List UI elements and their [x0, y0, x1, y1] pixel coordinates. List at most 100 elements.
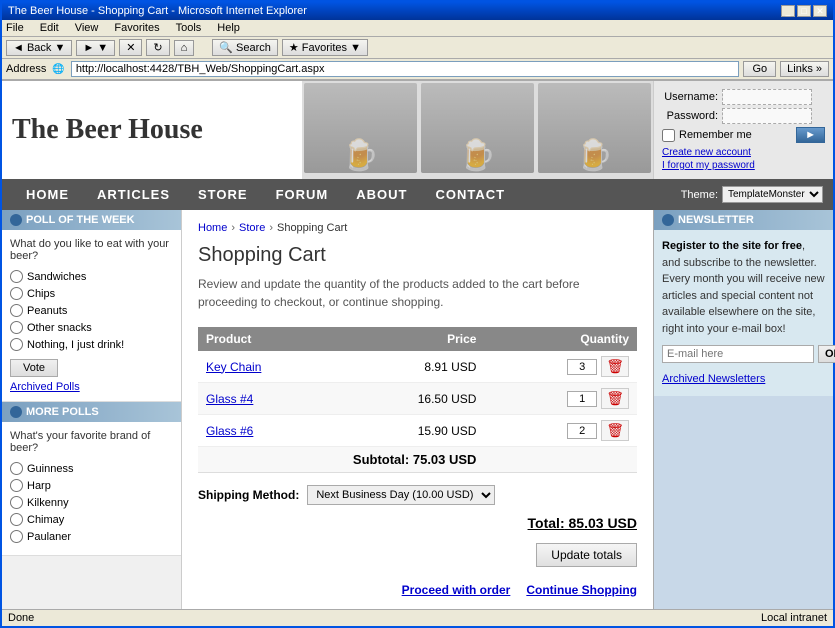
- email-input[interactable]: [662, 345, 814, 363]
- poll-option-sandwiches[interactable]: Sandwiches: [10, 270, 173, 283]
- proceed-order-link[interactable]: Proceed with order: [402, 583, 511, 597]
- menu-edit[interactable]: Edit: [40, 22, 59, 34]
- theme-dropdown[interactable]: TemplateMonster: [722, 186, 823, 203]
- address-label: Address: [6, 63, 46, 75]
- maximize-button[interactable]: □: [797, 5, 811, 17]
- shipping-label: Shipping Method:: [198, 488, 299, 502]
- window-controls[interactable]: _ □ ✕: [781, 5, 827, 17]
- price-2: 16.50 USD: [338, 383, 484, 415]
- continue-shopping-link[interactable]: Continue Shopping: [526, 583, 637, 597]
- nav-articles[interactable]: ARTICLES: [83, 179, 184, 210]
- go-button[interactable]: Go: [743, 61, 776, 77]
- poll-option-other-snacks[interactable]: Other snacks: [10, 321, 173, 334]
- minimize-button[interactable]: _: [781, 5, 795, 17]
- page-title: Shopping Cart: [198, 244, 637, 267]
- back-button[interactable]: ◄ Back ▼: [6, 40, 72, 56]
- product-link-3[interactable]: Glass #6: [206, 424, 253, 438]
- create-account-link[interactable]: Create new account: [662, 147, 825, 158]
- poll-option-peanuts[interactable]: Peanuts: [10, 304, 173, 317]
- status-right: Local intranet: [761, 612, 827, 624]
- poll2-option-paulaner[interactable]: Paulaner: [10, 530, 173, 543]
- qty-input-2[interactable]: [567, 391, 597, 407]
- status-bar: Done Local intranet: [2, 609, 833, 626]
- links-button[interactable]: Links »: [780, 61, 829, 77]
- subtotal-row: Subtotal: 75.03 USD: [198, 447, 637, 473]
- title-bar: The Beer House - Shopping Cart - Microso…: [2, 2, 833, 20]
- nav-contact[interactable]: CONTACT: [421, 179, 519, 210]
- product-link-1[interactable]: Key Chain: [206, 360, 261, 374]
- menu-help[interactable]: Help: [217, 22, 240, 34]
- total-label: Total:: [528, 515, 565, 531]
- menu-view[interactable]: View: [75, 22, 99, 34]
- vote-button[interactable]: Vote: [10, 359, 58, 377]
- newsletter-header: NEWSLETTER: [654, 210, 833, 230]
- price-3: 15.90 USD: [338, 415, 484, 447]
- cart-row-3: Glass #6 15.90 USD 🗑: [198, 415, 637, 447]
- stop-button[interactable]: ✕: [119, 39, 142, 56]
- delete-btn-2[interactable]: 🗑: [601, 388, 629, 409]
- window-title: The Beer House - Shopping Cart - Microso…: [8, 5, 307, 17]
- breadcrumb-store[interactable]: Store: [239, 222, 265, 234]
- username-input[interactable]: [722, 89, 812, 105]
- navigation-bar: HOME ARTICLES STORE FORUM ABOUT CONTACT …: [2, 179, 833, 210]
- qty-cell-1: 🗑: [492, 356, 629, 377]
- left-sidebar: POLL OF THE WEEK What do you like to eat…: [2, 210, 182, 609]
- archived-newsletters-link[interactable]: Archived Newsletters: [662, 373, 765, 385]
- beer-image-3: [538, 83, 651, 173]
- nav-about[interactable]: ABOUT: [342, 179, 421, 210]
- delete-btn-1[interactable]: 🗑: [601, 356, 629, 377]
- poll-option-nothing[interactable]: Nothing, I just drink!: [10, 338, 173, 351]
- forgot-password-link[interactable]: I forgot my password: [662, 160, 825, 171]
- update-totals-button[interactable]: Update totals: [536, 543, 637, 567]
- password-input[interactable]: [722, 108, 812, 124]
- close-button[interactable]: ✕: [813, 5, 827, 17]
- archived-polls-link[interactable]: Archived Polls: [10, 381, 173, 393]
- poll2-option-guinness[interactable]: Guinness: [10, 462, 173, 475]
- qty-input-1[interactable]: [567, 359, 597, 375]
- home-button[interactable]: ⌂: [174, 40, 195, 56]
- site-logo: The Beer House: [12, 114, 203, 146]
- refresh-button[interactable]: ↻: [146, 39, 169, 56]
- cart-table: Product Price Quantity Key Chain 8.91 US…: [198, 327, 637, 473]
- more-polls-content: What's your favorite brand of beer? Guin…: [2, 422, 181, 556]
- address-bar: Address 🌐 Go Links »: [2, 59, 833, 81]
- newsletter-ok-button[interactable]: OK: [818, 345, 835, 363]
- remember-checkbox[interactable]: [662, 129, 675, 142]
- search-button[interactable]: 🔍 Search: [212, 39, 278, 56]
- total-value: 85.03 USD: [569, 515, 637, 531]
- logo-area: The Beer House: [2, 81, 302, 179]
- address-icon: 🌐: [50, 64, 66, 75]
- status-text: Done: [8, 612, 34, 624]
- poll-option-chips[interactable]: Chips: [10, 287, 173, 300]
- more-polls-title: MORE POLLS: [26, 406, 99, 418]
- menu-favorites[interactable]: Favorites: [114, 22, 159, 34]
- address-input[interactable]: [71, 61, 740, 77]
- nav-forum[interactable]: FORUM: [262, 179, 343, 210]
- poll2-option-chimay[interactable]: Chimay: [10, 513, 173, 526]
- poll-week-header: POLL OF THE WEEK: [2, 210, 181, 230]
- menu-file[interactable]: File: [6, 22, 24, 34]
- menu-tools[interactable]: Tools: [176, 22, 202, 34]
- newsletter-icon: [662, 214, 674, 226]
- newsletter-text: Register to the site for free, and subsc…: [662, 238, 825, 337]
- forward-button[interactable]: ► ▼: [76, 40, 115, 56]
- login-button[interactable]: ►: [796, 127, 825, 143]
- beer-image-2: [421, 83, 534, 173]
- col-price: Price: [338, 327, 484, 351]
- subtotal-label: Subtotal:: [353, 452, 409, 467]
- newsletter-content: Register to the site for free, and subsc…: [654, 230, 833, 396]
- shipping-select[interactable]: Next Business Day (10.00 USD): [307, 485, 495, 505]
- shipping-row: Shipping Method: Next Business Day (10.0…: [198, 485, 637, 505]
- site-header: The Beer House Username: Password: Re: [2, 81, 833, 179]
- newsletter-text-rest: , and subscribe to the newsletter. Every…: [662, 240, 825, 335]
- nav-home[interactable]: HOME: [12, 179, 83, 210]
- poll2-option-harp[interactable]: Harp: [10, 479, 173, 492]
- favorites-button[interactable]: ★ Favorites ▼: [282, 39, 368, 56]
- browser-toolbar: ◄ Back ▼ ► ▼ ✕ ↻ ⌂ 🔍 Search ★ Favorites …: [2, 37, 833, 59]
- product-link-2[interactable]: Glass #4: [206, 392, 253, 406]
- nav-store[interactable]: STORE: [184, 179, 262, 210]
- poll2-option-kilkenny[interactable]: Kilkenny: [10, 496, 173, 509]
- qty-input-3[interactable]: [567, 423, 597, 439]
- breadcrumb-home[interactable]: Home: [198, 222, 227, 234]
- delete-btn-3[interactable]: 🗑: [601, 420, 629, 441]
